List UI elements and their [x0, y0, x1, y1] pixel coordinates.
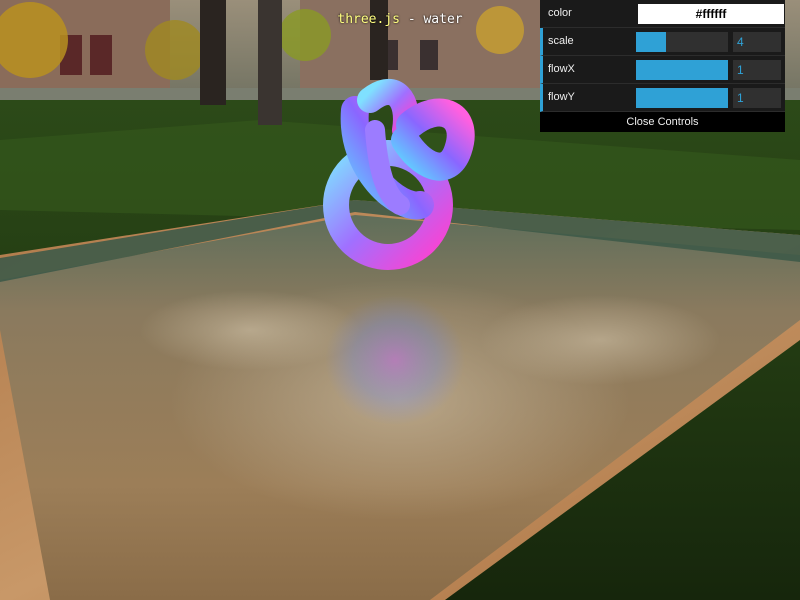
flowx-slider[interactable]	[636, 60, 728, 80]
control-row-flowy: flowY 1	[540, 84, 785, 112]
scale-slider[interactable]	[636, 32, 728, 52]
webgl-viewport[interactable]: three.js - water color #ffffff scale 4 f…	[0, 0, 800, 600]
flowx-number-input[interactable]: 1	[733, 60, 781, 80]
flowx-slider-fill	[636, 60, 728, 80]
control-row-color: color #ffffff	[540, 0, 785, 28]
control-label-color: color	[548, 7, 572, 19]
flowy-slider[interactable]	[636, 88, 728, 108]
scale-slider-fill	[636, 32, 667, 52]
flowy-slider-fill	[636, 88, 728, 108]
control-label-flowx: flowX	[548, 63, 575, 75]
control-label-flowy: flowY	[548, 91, 575, 103]
control-label-scale: scale	[548, 35, 574, 47]
flowy-number-input[interactable]: 1	[733, 88, 781, 108]
control-row-scale: scale 4	[540, 28, 785, 56]
controls-panel: color #ffffff scale 4 flowX 1 flowY 1 Cl…	[540, 0, 785, 132]
demo-title: - water	[400, 12, 463, 27]
close-controls-button[interactable]: Close Controls	[540, 112, 785, 132]
scale-number-input[interactable]: 4	[733, 32, 781, 52]
control-row-flowx: flowX 1	[540, 56, 785, 84]
color-field[interactable]: #ffffff	[638, 4, 784, 24]
threejs-link[interactable]: three.js	[337, 12, 400, 27]
